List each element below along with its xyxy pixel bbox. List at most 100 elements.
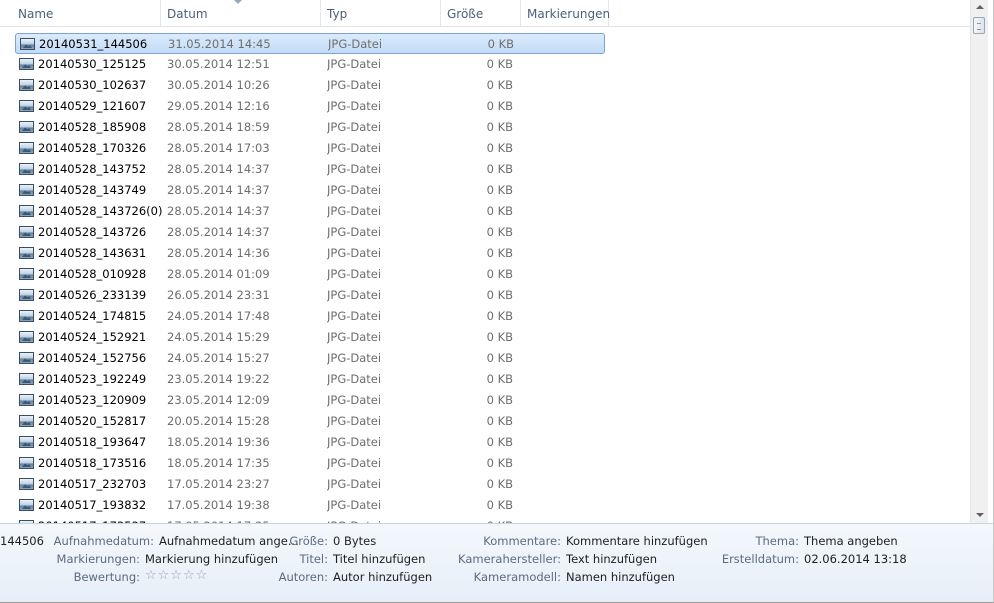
file-row[interactable]: 20140524_174815 24.05.2014 17:48 JPG-Datei… xyxy=(15,306,605,327)
autoren-field[interactable]: Autor hinzufügen xyxy=(333,568,432,586)
file-row[interactable]: 20140517_193832 17.05.2014 19:38 JPG-Datei… xyxy=(15,495,605,516)
file-type: JPG-Datei xyxy=(327,204,382,218)
file-name: 20140531_144506 xyxy=(39,37,148,51)
file-date: 23.05.2014 19:22 xyxy=(167,372,270,386)
rating-stars-icon[interactable]: ☆☆☆☆☆ xyxy=(145,567,208,585)
file-row[interactable]: 20140518_193647 18.05.2014 19:36 JPG-Datei… xyxy=(15,432,605,453)
file-type: JPG-Datei xyxy=(327,99,382,113)
file-row[interactable]: 20140528_143631 28.05.2014 14:36 JPG-Datei… xyxy=(15,243,605,264)
titel-label: Titel: xyxy=(299,552,328,566)
file-row[interactable]: 20140528_170326 28.05.2014 17:03 JPG-Datei… xyxy=(15,138,605,159)
file-name: 20140517_193832 xyxy=(38,498,147,512)
file-date: 28.05.2014 18:59 xyxy=(167,120,270,134)
file-row[interactable]: 20140518_173516 18.05.2014 17:35 JPG-Datei… xyxy=(15,453,605,474)
file-type: JPG-Datei xyxy=(327,225,382,239)
file-date: 29.05.2014 12:16 xyxy=(167,99,270,113)
file-date: 17.05.2014 17:35 xyxy=(167,516,317,523)
markierungen-field[interactable]: Markierung hinzufügen xyxy=(145,550,278,568)
file-size: 0 KB xyxy=(486,477,513,491)
file-size: 0 KB xyxy=(486,120,513,134)
kommentare-field[interactable]: Kommentare hinzufügen xyxy=(566,532,708,550)
jpg-image-icon xyxy=(19,310,34,322)
file-row[interactable]: 20140528_143749 28.05.2014 14:37 JPG-Datei… xyxy=(15,180,605,201)
jpg-image-icon xyxy=(19,121,34,133)
file-size: 0 KB xyxy=(486,456,513,470)
file-size: 0 KB xyxy=(486,225,513,239)
file-row[interactable]: 20140523_120909 23.05.2014 12:09 JPG-Datei… xyxy=(15,390,605,411)
column-header-name[interactable]: Name xyxy=(12,0,161,26)
file-date: 31.05.2014 14:45 xyxy=(168,37,271,51)
file-date: 30.05.2014 12:51 xyxy=(167,57,270,71)
file-row[interactable]: 20140529_121607 29.05.2014 12:16 JPG-Datei… xyxy=(15,96,605,117)
file-size: 0 KB xyxy=(486,204,513,218)
titel-field[interactable]: Titel hinzufügen xyxy=(333,550,425,568)
thema-field[interactable]: Thema angeben xyxy=(804,532,898,550)
jpg-image-icon xyxy=(19,100,34,112)
column-header-size[interactable]: Größe xyxy=(441,0,521,26)
file-type: JPG-Datei xyxy=(327,246,382,260)
file-size: 0 KB xyxy=(486,57,513,71)
column-header-tags[interactable]: Markierungen xyxy=(521,0,610,26)
file-row[interactable]: 20140528_143752 28.05.2014 14:37 JPG-Datei… xyxy=(15,159,605,180)
file-row[interactable]: 20140530_102637 30.05.2014 10:26 JPG-Datei… xyxy=(15,75,605,96)
file-date: 23.05.2014 12:09 xyxy=(167,393,270,407)
jpg-image-icon xyxy=(19,415,34,427)
file-name: 20140523_120909 xyxy=(38,393,147,407)
jpg-image-icon xyxy=(19,499,34,511)
file-name: 20140528_143752 xyxy=(38,162,147,176)
file-row[interactable]: 20140524_152921 24.05.2014 15:29 JPG-Datei… xyxy=(15,327,605,348)
kameramodell-label: Kameramodell: xyxy=(473,570,561,584)
file-row[interactable]: 20140523_192249 23.05.2014 19:22 JPG-Datei… xyxy=(15,369,605,390)
groesse-value: 0 Bytes xyxy=(333,534,377,548)
file-row[interactable]: 20140517_232703 17.05.2014 23:27 JPG-Datei… xyxy=(15,474,605,495)
file-name: 20140520_152817 xyxy=(38,414,147,428)
file-date: 20.05.2014 15:28 xyxy=(167,414,270,428)
file-type: JPG-Datei xyxy=(327,330,382,344)
file-name: 20140517_232703 xyxy=(38,477,147,491)
file-row[interactable]: 20140528_010928 28.05.2014 01:09 JPG-Datei… xyxy=(15,264,605,285)
vertical-scrollbar[interactable] xyxy=(970,0,988,523)
kommentare-label: Kommentare: xyxy=(483,534,561,548)
file-row[interactable]: 20140528_143726(0) 28.05.2014 14:37 JPG-Da… xyxy=(15,201,605,222)
file-type: JPG-Datei xyxy=(327,57,382,71)
file-name: 20140528_143726 xyxy=(38,225,147,239)
file-type: JPG-Datei xyxy=(327,267,382,281)
scroll-up-arrow-icon[interactable] xyxy=(971,0,988,16)
jpg-image-icon xyxy=(19,226,34,238)
file-row[interactable]: 20140528_185908 28.05.2014 18:59 JPG-Datei… xyxy=(15,117,605,138)
file-size: 0 KB xyxy=(486,414,513,428)
file-row-selected[interactable]: 20140531_144506 31.05.2014 14:45 JPG-Datei… xyxy=(15,33,605,54)
kameramodell-field[interactable]: Namen hinzufügen xyxy=(566,568,675,586)
scroll-down-arrow-icon[interactable] xyxy=(971,507,988,523)
file-name: 20140529_121607 xyxy=(38,99,147,113)
file-date: 28.05.2014 14:36 xyxy=(167,246,270,260)
jpg-image-icon xyxy=(19,394,34,406)
jpg-image-icon xyxy=(19,58,34,70)
scrollbar-thumb[interactable] xyxy=(973,17,985,34)
markierungen-label: Markierungen: xyxy=(56,552,140,566)
column-header-type[interactable]: Typ xyxy=(321,0,441,26)
file-date: 18.05.2014 17:35 xyxy=(167,456,270,470)
file-row[interactable]: 20140528_143726 28.05.2014 14:37 JPG-Datei… xyxy=(15,222,605,243)
file-list: 20140531_144506 31.05.2014 14:45 JPG-Datei… xyxy=(0,27,970,523)
file-row[interactable]: 20140517_173537 17.05.2014 17:35 JPG-Datei… xyxy=(15,516,605,523)
kamerahersteller-field[interactable]: Text hinzufügen xyxy=(566,550,657,568)
file-row[interactable]: 20140520_152817 20.05.2014 15:28 JPG-Datei… xyxy=(15,411,605,432)
file-row[interactable]: 20140526_233139 26.05.2014 23:31 JPG-Datei… xyxy=(15,285,605,306)
file-size: 0 KB xyxy=(486,141,513,155)
jpg-image-icon xyxy=(19,289,34,301)
file-name: 20140526_233139 xyxy=(38,288,147,302)
file-type: JPG-Datei xyxy=(327,414,382,428)
file-size: 0 KB xyxy=(486,78,513,92)
file-row[interactable]: 20140524_152756 24.05.2014 15:27 JPG-Datei… xyxy=(15,348,605,369)
file-name: 20140528_185908 xyxy=(38,120,147,134)
file-size: 0 KB xyxy=(486,183,513,197)
jpg-image-icon xyxy=(19,352,34,364)
file-name: 20140528_143749 xyxy=(38,183,147,197)
file-name: 20140528_170326 xyxy=(38,141,147,155)
file-date: 28.05.2014 14:37 xyxy=(167,162,270,176)
file-date: 18.05.2014 19:36 xyxy=(167,435,270,449)
file-type: JPG-Datei xyxy=(327,435,382,449)
jpg-image-icon xyxy=(19,205,34,217)
file-row[interactable]: 20140530_125125 30.05.2014 12:51 JPG-Datei… xyxy=(15,54,605,75)
